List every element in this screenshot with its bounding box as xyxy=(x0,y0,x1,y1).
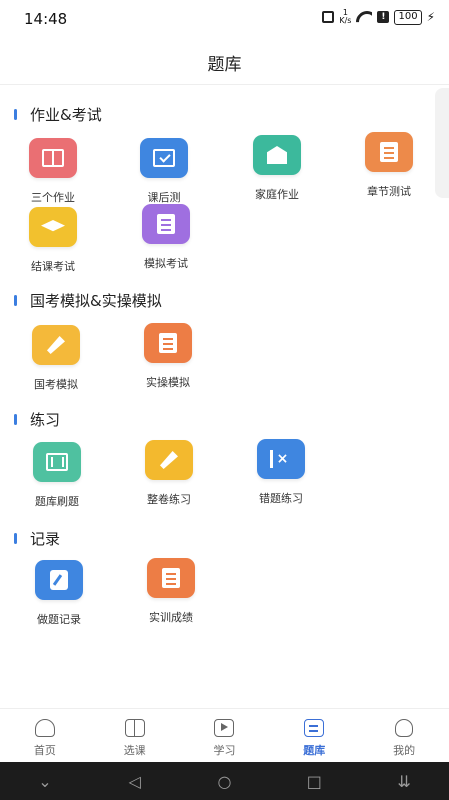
item-label: 家庭作业 xyxy=(255,188,299,201)
wrong-mark-icon: × xyxy=(257,439,305,479)
system-nav-bar: ⌄ ◁ ○ □ ⇊ xyxy=(0,762,449,800)
nav-study[interactable]: 学习 xyxy=(180,709,270,762)
nav-mine[interactable]: 我的 xyxy=(359,709,449,762)
item-label: 课后测 xyxy=(147,191,181,204)
item-training-scores[interactable]: 实训成绩 xyxy=(126,558,216,625)
section-title-text: 国考模拟&实操模拟 xyxy=(30,292,162,310)
nfc-icon xyxy=(322,11,335,23)
network-speed: 1 K/s xyxy=(339,9,351,25)
nav-label: 首页 xyxy=(33,744,56,757)
nav-label: 选课 xyxy=(123,744,146,757)
bookmark-book-icon xyxy=(365,132,413,172)
item-full-paper-practice[interactable]: 整卷练习 xyxy=(124,440,214,507)
play-screen-icon xyxy=(214,719,235,737)
status-bar: 14:48 1 K/s ! 100 ⚡ xyxy=(0,0,449,38)
nav-label: 学习 xyxy=(213,744,236,757)
item-label: 做题记录 xyxy=(37,613,81,626)
charging-icon: ⚡ xyxy=(426,10,435,24)
monitor-check-icon xyxy=(140,138,188,178)
item-label: 实操模拟 xyxy=(146,376,190,389)
item-after-class-test[interactable]: 课后测 xyxy=(119,138,209,205)
section-marker xyxy=(14,533,17,544)
open-book-icon xyxy=(124,719,145,737)
nav-label: 题库 xyxy=(303,744,326,757)
item-label: 结课考试 xyxy=(31,260,75,273)
report-icon xyxy=(147,558,195,598)
page-title: 题库 xyxy=(207,55,242,75)
home-icon xyxy=(34,719,55,737)
item-final-exam[interactable]: 结课考试 xyxy=(8,207,98,274)
scroll-icon xyxy=(144,323,192,363)
section-marker xyxy=(14,109,17,120)
item-practical-mock[interactable]: 实操模拟 xyxy=(123,323,213,390)
section-title-homework-exam: 作业&考试 xyxy=(14,104,102,125)
item-label: 题库刷题 xyxy=(35,495,79,508)
recents-icon[interactable]: □ xyxy=(299,772,329,791)
collapse-icon[interactable]: ⌄ xyxy=(30,772,60,791)
network-speed-unit: K/s xyxy=(339,16,352,25)
edit-paper-icon xyxy=(145,440,193,480)
item-national-mock[interactable]: 国考模拟 xyxy=(11,325,101,392)
item-wrong-question-practice[interactable]: × 错题练习 xyxy=(236,439,326,506)
book-icon xyxy=(29,138,77,178)
item-three-homework[interactable]: 三个作业 xyxy=(8,138,98,205)
document-check-icon xyxy=(142,204,190,244)
item-question-bank-drill[interactable]: 题库刷题 xyxy=(12,442,102,509)
item-answer-records[interactable]: 做题记录 xyxy=(14,560,104,627)
section-title-records: 记录 xyxy=(14,528,60,549)
side-drawer-handle[interactable] xyxy=(435,88,449,198)
section-title-national-practical: 国考模拟&实操模拟 xyxy=(14,290,162,311)
section-marker xyxy=(14,295,17,306)
item-label: 实训成绩 xyxy=(149,611,193,624)
home-circle-icon[interactable]: ○ xyxy=(209,772,239,791)
item-label: 国考模拟 xyxy=(34,378,78,391)
alert-icon: ! xyxy=(377,11,390,23)
item-label: 模拟考试 xyxy=(144,257,188,270)
edit-doc-icon xyxy=(304,719,325,737)
pen-icon xyxy=(32,325,80,365)
nav-label: 我的 xyxy=(393,744,416,757)
status-icons: 1 K/s ! 100 ⚡ xyxy=(322,9,435,25)
section-title-text: 练习 xyxy=(30,411,61,429)
section-title-text: 作业&考试 xyxy=(30,106,102,124)
section-title-practice: 练习 xyxy=(14,409,60,430)
item-label: 三个作业 xyxy=(31,191,75,204)
back-icon[interactable]: ◁ xyxy=(120,772,150,791)
header-divider xyxy=(0,84,449,85)
user-icon xyxy=(395,719,414,737)
film-list-icon xyxy=(33,442,81,482)
battery-icon: 100 xyxy=(394,9,422,25)
nav-course-select[interactable]: 选课 xyxy=(90,709,180,762)
item-label: 错题练习 xyxy=(259,492,303,505)
section-title-text: 记录 xyxy=(30,530,61,548)
notification-pull-icon[interactable]: ⇊ xyxy=(389,772,419,791)
nav-question-bank[interactable]: 题库 xyxy=(269,709,359,762)
section-marker xyxy=(14,414,17,425)
item-mock-exam[interactable]: 模拟考试 xyxy=(121,204,211,271)
item-chapter-test[interactable]: 章节测试 xyxy=(344,132,434,199)
house-icon xyxy=(253,135,301,175)
item-family-homework[interactable]: 家庭作业 xyxy=(232,135,322,202)
wifi-icon xyxy=(356,11,372,23)
item-label: 整卷练习 xyxy=(147,493,191,506)
graduation-cap-icon xyxy=(29,207,77,247)
notebook-icon xyxy=(35,560,83,600)
bottom-nav: 首页 选课 学习 题库 我的 xyxy=(0,708,449,762)
nav-home[interactable]: 首页 xyxy=(0,709,90,762)
status-time: 14:48 xyxy=(24,10,68,28)
item-label: 章节测试 xyxy=(367,185,411,198)
